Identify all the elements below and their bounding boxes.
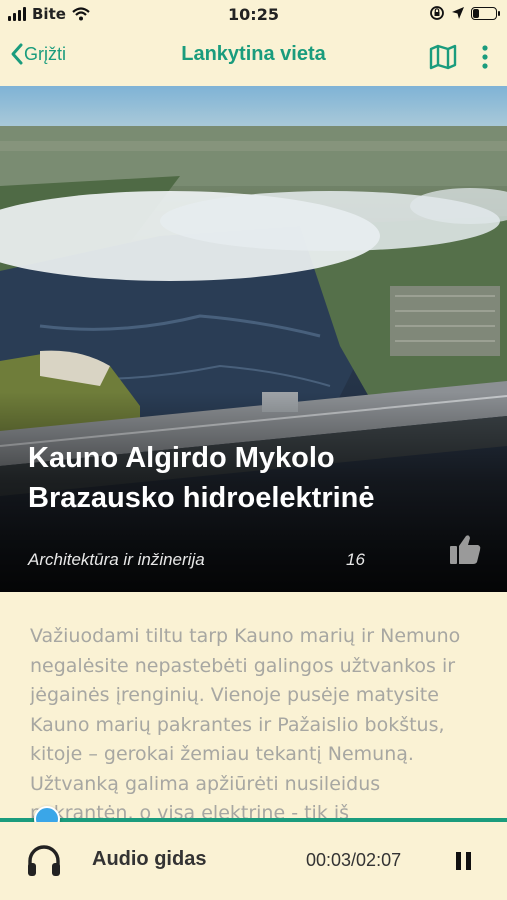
thumbs-up-icon: [450, 535, 481, 564]
navigation-bar: Grįžti Lankytina vieta: [0, 30, 507, 86]
pause-button[interactable]: [456, 852, 472, 870]
audio-guide-label: Audio gidas: [92, 848, 207, 870]
map-icon: [429, 44, 457, 70]
map-button[interactable]: [429, 44, 457, 74]
audio-time: 00:03/02:07: [306, 850, 402, 870]
pause-icon: [456, 852, 461, 870]
orientation-lock-icon: [430, 6, 444, 20]
audio-player: Audio gidas 00:03/02:07: [0, 822, 507, 900]
more-vertical-icon: [482, 45, 488, 69]
hero-image: Kauno Algirdo Mykolo Brazausko hidroelek…: [0, 86, 507, 592]
location-icon: [452, 7, 464, 19]
status-indicators: [429, 5, 500, 21]
like-count: 16: [346, 550, 365, 569]
battery-level: [473, 8, 479, 18]
place-category: Architektūra ir inžinerija: [28, 550, 205, 569]
more-options-button[interactable]: [481, 44, 489, 74]
battery-icon: [471, 6, 500, 20]
status-bar: Bite 10:25: [0, 0, 507, 30]
place-title: Kauno Algirdo Mykolo Brazausko hidroelek…: [28, 442, 375, 514]
place-description: Važiuodami tiltu tarp Kauno marių ir Nem…: [30, 625, 461, 818]
headphones-icon: [28, 845, 60, 876]
